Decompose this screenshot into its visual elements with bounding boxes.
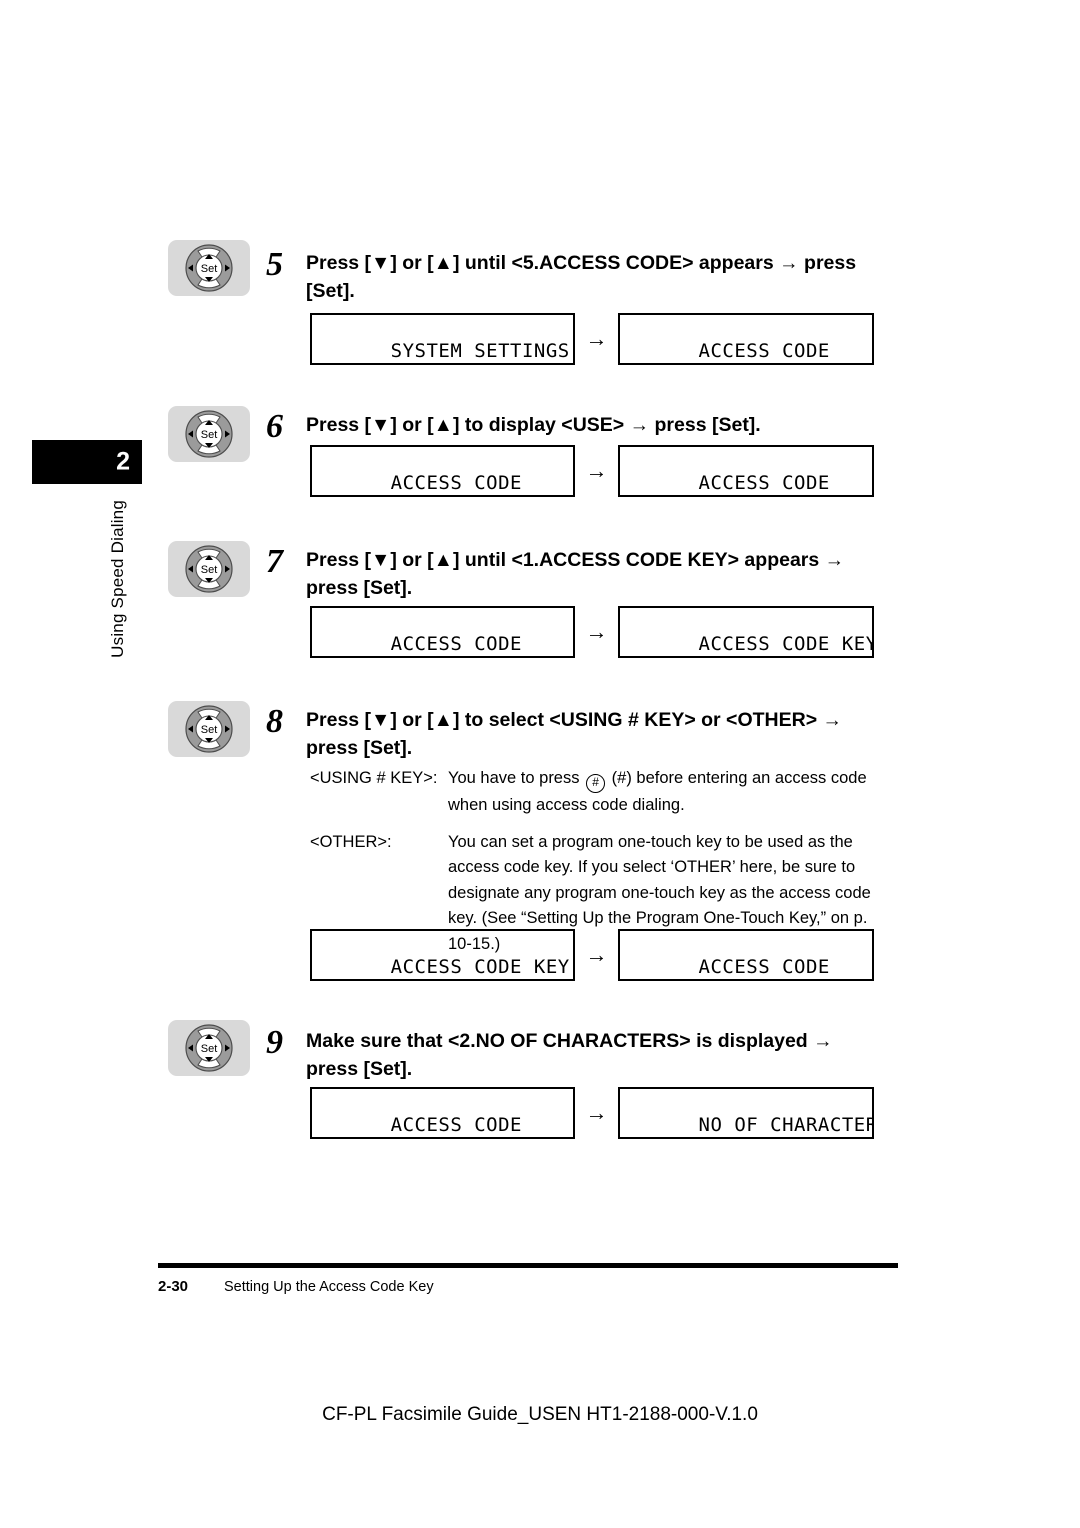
navigation-key-set-icon[interactable]: Set: [168, 1020, 250, 1076]
lcd-display-before: SYSTEM SETTINGS 5.ACCESS CODE: [310, 313, 575, 365]
transition-arrow-icon: →: [585, 1100, 608, 1125]
step-number: 7: [266, 543, 283, 580]
chapter-number: 2: [116, 447, 130, 476]
lcd-display-after: ACCESS CODE 1.ACCESS CODE KEY: [617, 445, 874, 497]
step-number: 9: [266, 1024, 283, 1061]
explanation-text-before: You have to press: [448, 769, 585, 787]
svg-text:Set: Set: [201, 564, 218, 576]
footer-divider: [158, 1263, 898, 1268]
step-number: 8: [266, 703, 283, 740]
lcd-display-pair: SYSTEM SETTINGS 5.ACCESS CODE → ACCESS C…: [310, 313, 874, 365]
svg-text:Set: Set: [201, 1043, 218, 1055]
step-number: 6: [266, 408, 283, 445]
explanation-label: <OTHER>:: [310, 832, 392, 851]
lcd-display-before: ACCESS CODE USE: [310, 445, 575, 497]
document-caption: CF-PL Facsimile Guide_USEN HT1-2188-000-…: [322, 1404, 758, 1425]
navigation-key-set-icon[interactable]: Set: [168, 240, 250, 296]
lcd-display-pair: ACCESS CODE 1.ACCESS CODE KEY → ACCESS C…: [310, 606, 874, 658]
footer-section-title: Setting Up the Access Code Key: [224, 1279, 434, 1295]
explanation-body: You have to press # (#) before entering …: [448, 766, 890, 819]
step-number: 5: [266, 246, 283, 283]
lcd-line-1: ACCESS CODE: [698, 472, 830, 494]
lcd-line-1: ACCESS CODE: [390, 1114, 522, 1136]
explanation-row-other: <OTHER>: You can set a program one-touch…: [310, 830, 890, 958]
step-heading: Make sure that <2.NO OF CHARACTERS> is d…: [306, 1030, 833, 1080]
svg-text:Set: Set: [201, 724, 218, 736]
explanation-row-using-hash-key: <USING # KEY>: You have to press # (#) b…: [310, 766, 890, 819]
lcd-line-1: ACCESS CODE: [390, 633, 522, 655]
lcd-display-before: ACCESS CODE 2.NO OF CHARACTERS: [310, 1087, 575, 1139]
transition-arrow-icon: →: [585, 619, 608, 644]
hash-key-icon: #: [586, 774, 606, 793]
transition-arrow-icon: →: [585, 458, 608, 483]
step-heading: Press [▼] or [▲] to display <USE> → pres…: [306, 414, 761, 436]
lcd-line-1: ACCESS CODE: [698, 956, 830, 978]
lcd-display-pair: ACCESS CODE USE → ACCESS CODE 1.ACCESS C…: [310, 445, 874, 497]
chapter-title: Using Speed Dialing: [108, 500, 127, 658]
explanation-block: <USING # KEY>: You have to press # (#) b…: [310, 766, 890, 957]
svg-text:Set: Set: [201, 263, 218, 275]
step-heading: Press [▼] or [▲] to select <USING # KEY>…: [306, 709, 842, 759]
svg-text:Set: Set: [201, 429, 218, 441]
lcd-line-1: ACCESS CODE: [698, 340, 830, 362]
lcd-line-1: ACCESS CODE KEY: [698, 633, 874, 655]
lcd-display-before: ACCESS CODE 1.ACCESS CODE KEY: [310, 606, 575, 658]
page-number: 2-30: [158, 1278, 189, 1295]
lcd-display-after: ACCESS CODE DO NOT USE: [617, 313, 874, 365]
navigation-key-set-icon[interactable]: Set: [168, 406, 250, 462]
lcd-line-1: ACCESS CODE KEY: [390, 956, 570, 978]
lcd-display-after: ACCESS CODE KEY USING # KEY: [617, 606, 874, 658]
lcd-line-1: NO OF CHARACTERS: [698, 1114, 874, 1136]
lcd-line-1: SYSTEM SETTINGS: [390, 340, 570, 362]
lcd-display-after: NO OF CHARACTERS 3CHARACTERS: [617, 1087, 874, 1139]
transition-arrow-icon: →: [585, 326, 608, 351]
navigation-key-set-icon[interactable]: Set: [168, 541, 250, 597]
step-heading: Press [▼] or [▲] until <5.ACCESS CODE> a…: [306, 252, 857, 302]
navigation-key-set-icon[interactable]: Set: [168, 701, 250, 757]
explanation-label: <USING # KEY>:: [310, 769, 438, 787]
lcd-line-1: ACCESS CODE: [390, 472, 522, 494]
step-heading: Press [▼] or [▲] until <1.ACCESS CODE KE…: [306, 549, 845, 599]
lcd-display-pair: ACCESS CODE 2.NO OF CHARACTERS → NO OF C…: [310, 1087, 874, 1139]
explanation-body: You can set a program one-touch key to b…: [448, 832, 871, 953]
chapter-tab: 2: [32, 440, 142, 484]
